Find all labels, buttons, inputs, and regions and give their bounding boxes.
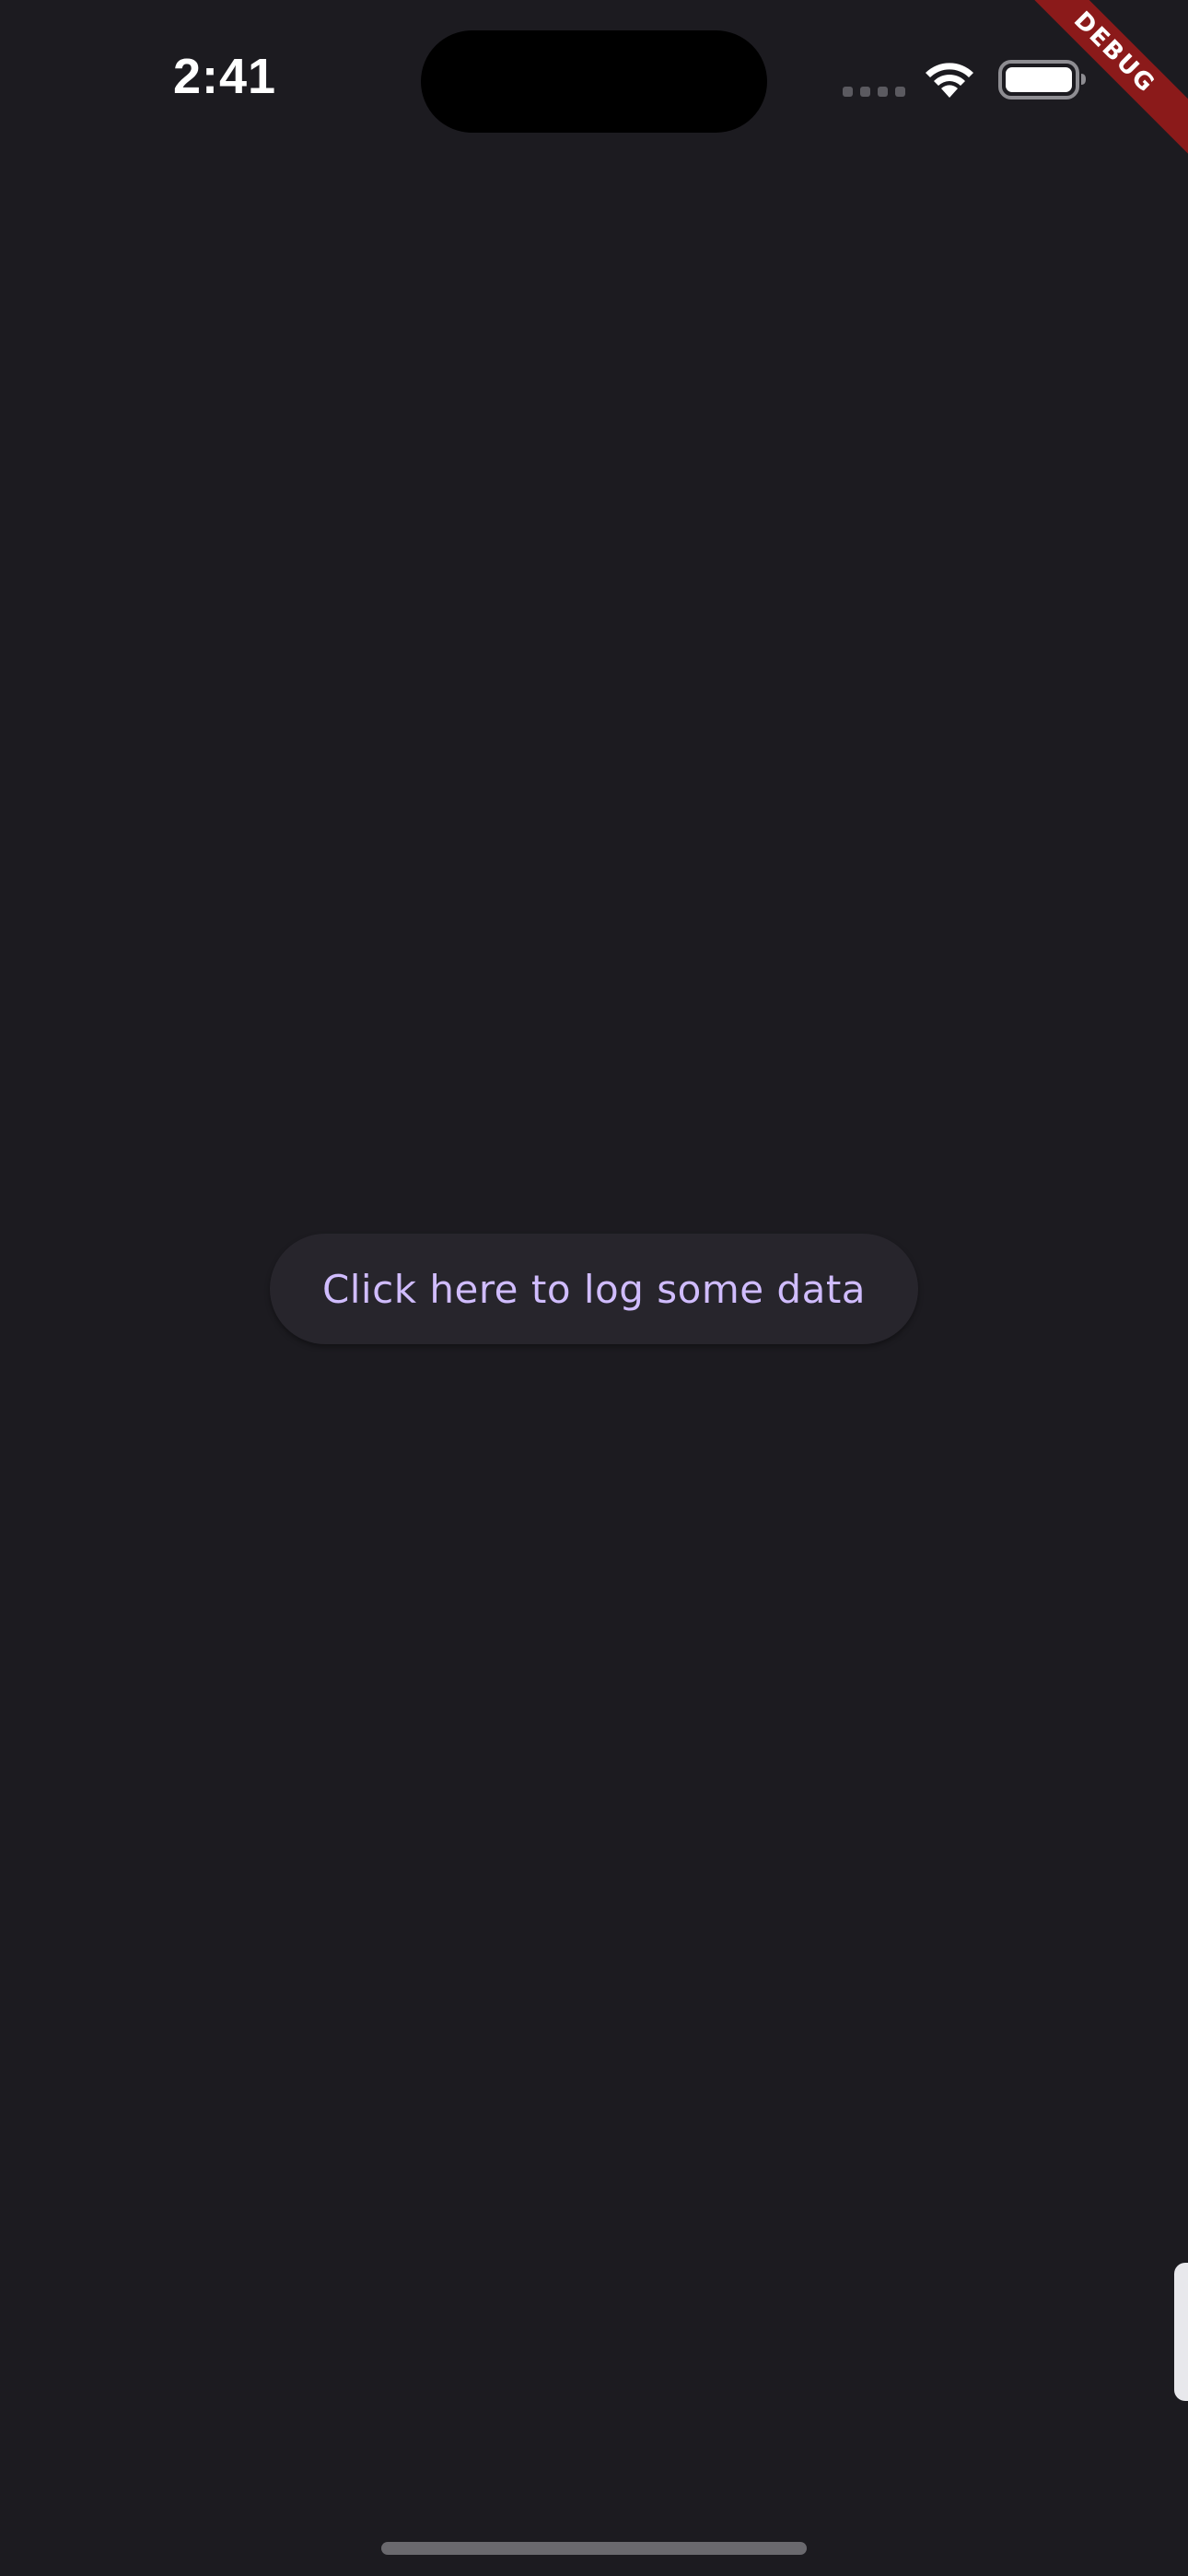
- debug-banner: DEBUG: [1022, 0, 1188, 166]
- log-data-button[interactable]: Click here to log some data: [270, 1234, 918, 1344]
- debug-banner-label: DEBUG: [1022, 0, 1188, 164]
- wifi-icon: [926, 63, 973, 98]
- app-screen: 2:41 DEBUG Click here to log some data: [0, 0, 1188, 2576]
- edge-tab-handle[interactable]: [1174, 2263, 1188, 2401]
- home-indicator[interactable]: [381, 2542, 807, 2555]
- status-time: 2:41: [173, 49, 277, 104]
- cellular-signal-icon: [843, 87, 905, 98]
- dynamic-island: [421, 30, 767, 133]
